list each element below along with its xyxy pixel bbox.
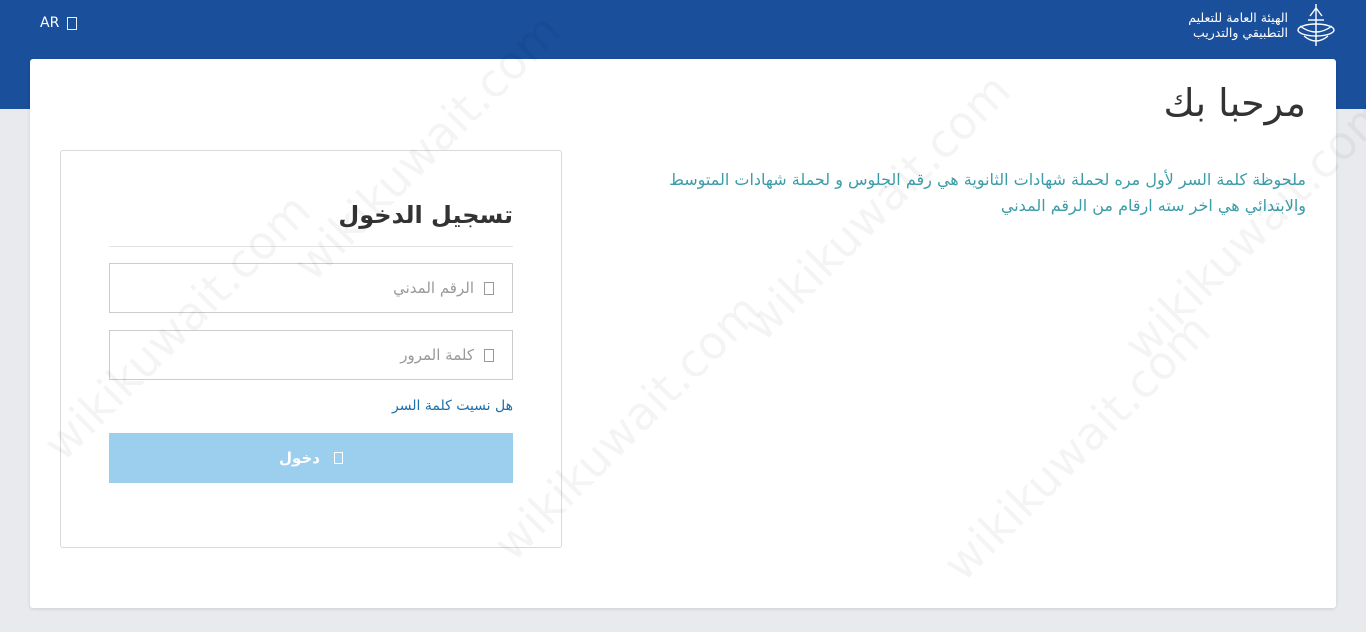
login-divider	[109, 246, 513, 247]
org-name-line1: الهيئة العامة للتعليم	[1188, 10, 1288, 25]
password-note: ملحوظة كلمة السر لأول مره لحملة شهادات ا…	[669, 170, 1306, 215]
civil-id-field[interactable]	[109, 263, 513, 313]
login-panel: تسجيل الدخول هل نسيت كلمة السر دخول	[60, 150, 562, 548]
org-brand: الهيئة العامة للتعليم التطبيقي والتدريب	[1188, 2, 1338, 48]
forgot-password-link[interactable]: هل نسيت كلمة السر	[392, 398, 513, 414]
globe-icon	[67, 16, 78, 30]
login-button[interactable]: دخول	[109, 433, 513, 483]
login-title: تسجيل الدخول	[338, 201, 513, 229]
lock-icon	[484, 348, 494, 362]
sign-in-icon	[333, 452, 343, 464]
org-name-line2: التطبيقي والتدريب	[1192, 25, 1288, 40]
language-label: AR	[40, 15, 60, 31]
page-title: مرحبا بك	[1163, 81, 1306, 125]
password-input[interactable]	[134, 346, 474, 364]
civil-id-input[interactable]	[134, 279, 474, 297]
main-card: مرحبا بك ملحوظة كلمة السر لأول مره لحملة…	[30, 59, 1336, 608]
org-logo-icon	[1297, 4, 1335, 46]
org-name: الهيئة العامة للتعليم التطبيقي والتدريب	[1188, 10, 1288, 40]
user-icon	[484, 281, 494, 295]
login-button-label: دخول	[279, 449, 320, 467]
language-switch[interactable]: AR	[40, 15, 78, 31]
password-field[interactable]	[109, 330, 513, 380]
